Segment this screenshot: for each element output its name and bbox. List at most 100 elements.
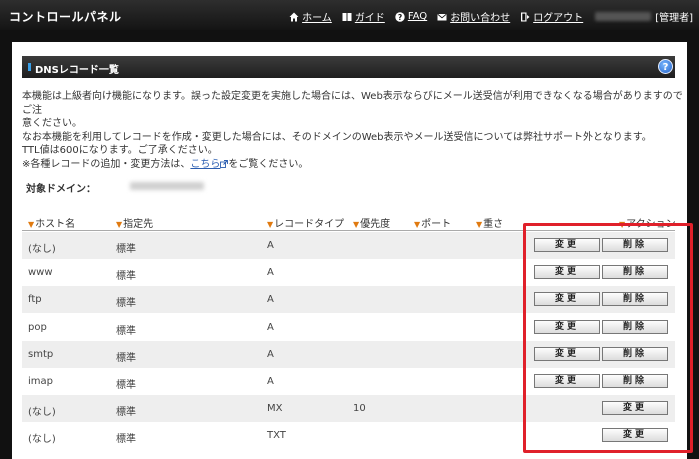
panel-title: DNSレコード一覧 (35, 65, 119, 76)
target-cell: 標準 (116, 271, 136, 283)
col-action[interactable]: ▼アクション (619, 215, 676, 230)
col-record-type[interactable]: ▼レコードタイプ (267, 215, 344, 230)
edit-button[interactable]: 変更 (534, 292, 600, 307)
nav-home-label: ホーム (302, 13, 332, 24)
sort-arrow-icon: ▼ (28, 220, 35, 229)
delete-button[interactable]: 削除 (602, 292, 668, 307)
record-type-cell: TXT (267, 430, 286, 442)
table-row: www 標準 A 変更 削除 (22, 259, 675, 286)
record-type-cell: A (267, 267, 274, 279)
host-cell: pop (28, 321, 47, 333)
table-row: (なし) 標準 TXT 変更 (22, 422, 675, 449)
target-cell: 標準 (116, 244, 136, 255)
delete-button[interactable]: 削除 (602, 374, 668, 388)
sort-arrow-icon: ▼ (353, 220, 360, 229)
main-content: DNSレコード一覧 ? 本機能は上級者向け機能になります。誤った設定変更を実施し… (12, 42, 687, 459)
table-header: ▼ホスト名 ▼指定先 ▼レコードタイプ ▼優先度 ▼ポート ▼重さ ▼アクション (22, 211, 676, 231)
record-type-cell: MX (267, 403, 283, 415)
record-type-cell: A (267, 240, 274, 251)
nav-contact-link[interactable]: お問い合わせ (437, 9, 510, 24)
edit-button[interactable]: 変更 (534, 238, 600, 252)
mail-icon (437, 13, 447, 20)
nav-faq-link[interactable]: ? FAQ (395, 11, 427, 22)
target-domain-value-redacted (130, 182, 204, 190)
edit-button[interactable]: 変更 (534, 374, 600, 388)
panel-header: DNSレコード一覧 ? (22, 56, 675, 78)
notice-line-5-post: をご覧ください。 (228, 158, 309, 170)
notice-line-4: TTL値は600になります。ご了承ください。 (22, 145, 218, 156)
notice-line-1: 本機能は上級者向け機能になります。誤った設定変更を実施した場合には、Web表示な… (22, 91, 683, 116)
panel-marker (28, 63, 31, 71)
table-row: ftp 標準 A 変更 削除 (22, 286, 675, 314)
host-cell: (なし) (28, 434, 56, 446)
howto-link[interactable]: こちら (190, 159, 220, 170)
delete-button[interactable]: 削除 (602, 319, 668, 334)
question-icon: ? (395, 11, 405, 22)
table-row: pop 標準 A 変更 削除 (22, 314, 675, 341)
target-cell: 標準 (116, 434, 136, 446)
nav-faq-label: FAQ (407, 11, 428, 22)
notice-line-5: ※各種レコードの追加・変更方法は、こちら をご覧ください。 (22, 158, 686, 172)
col-port[interactable]: ▼ポート (414, 215, 451, 230)
record-type-cell: A (267, 321, 274, 333)
host-cell: (なし) (28, 407, 56, 419)
nav-guide-link[interactable]: ガイド (342, 9, 385, 24)
svg-text:?: ? (398, 13, 402, 22)
nav-guide-label: ガイド (354, 13, 385, 24)
sort-arrow-icon: ▼ (619, 220, 626, 229)
help-icon[interactable]: ? (658, 59, 673, 74)
col-priority[interactable]: ▼優先度 (353, 215, 390, 230)
nav-contact-label: お問い合わせ (450, 13, 511, 24)
edit-button[interactable]: 変更 (534, 265, 600, 280)
edit-button[interactable]: 変更 (534, 319, 600, 334)
target-cell: 標準 (116, 407, 136, 419)
priority-cell: 10 (353, 403, 366, 415)
sort-arrow-icon: ▼ (414, 220, 421, 229)
host-cell: ftp (28, 294, 42, 306)
username-redacted (595, 12, 652, 21)
host-cell: imap (28, 376, 53, 387)
app-title: コントロールパネル (9, 10, 122, 24)
edit-button[interactable]: 変更 (602, 401, 668, 416)
record-type-cell: A (267, 376, 274, 387)
notice-line-5-pre: ※各種レコードの追加・変更方法は、 (22, 158, 191, 170)
window-frame: コントロールパネル ホーム ガイド ? FAQ お問い合わせ ログアウト [管理… (0, 0, 699, 459)
top-header-bar: コントロールパネル ホーム ガイド ? FAQ お問い合わせ ログアウト [管理… (0, 0, 699, 30)
target-domain-label: 対象ドメイン： (26, 184, 96, 195)
target-cell: 標準 (116, 380, 136, 391)
table-row: imap 標準 A 変更 削除 (22, 368, 675, 395)
edit-button[interactable]: 変更 (534, 346, 600, 361)
col-weight[interactable]: ▼重さ (476, 215, 503, 230)
target-cell: 標準 (116, 298, 136, 310)
record-type-cell: A (267, 294, 274, 306)
sort-arrow-icon: ▼ (116, 220, 123, 229)
col-host[interactable]: ▼ホスト名 (28, 215, 75, 230)
target-cell: 標準 (116, 325, 136, 337)
table-row: smtp 標準 A 変更 削除 (22, 340, 675, 368)
notice-line-3: なお本機能を利用してレコードを作成・変更した場合には、そのドメインのWeb表示や… (22, 131, 652, 143)
host-cell: www (28, 267, 53, 279)
nav-logout-label: ログアウト (533, 13, 584, 24)
col-target[interactable]: ▼指定先 (116, 215, 153, 230)
home-icon (289, 12, 299, 21)
user-role: [管理者] (655, 13, 693, 24)
nav-home-link[interactable]: ホーム (289, 9, 332, 24)
nav-logout-link[interactable]: ログアウト (520, 9, 583, 24)
table-row: (なし) 標準 MX 10 変更 (22, 395, 675, 423)
table-row: (なし) 標準 A 変更 削除 (22, 232, 675, 259)
sort-arrow-icon: ▼ (267, 220, 274, 229)
edit-button[interactable]: 変更 (602, 428, 668, 443)
notice-text: 本機能は上級者向け機能になります。誤った設定変更を実施した場合には、Web表示な… (22, 90, 686, 171)
host-cell: smtp (28, 348, 54, 360)
target-cell: 標準 (116, 352, 136, 364)
record-type-cell: A (267, 348, 274, 360)
sort-arrow-icon: ▼ (476, 220, 483, 229)
notice-line-2: 意ください。 (22, 118, 82, 129)
logout-icon (521, 12, 530, 21)
delete-button[interactable]: 削除 (602, 346, 668, 361)
delete-button[interactable]: 削除 (602, 238, 668, 252)
host-cell: (なし) (28, 244, 56, 255)
header-nav: ホーム ガイド ? FAQ お問い合わせ ログアウト [管理者] (279, 9, 693, 24)
delete-button[interactable]: 削除 (602, 265, 668, 280)
book-icon (342, 12, 352, 21)
